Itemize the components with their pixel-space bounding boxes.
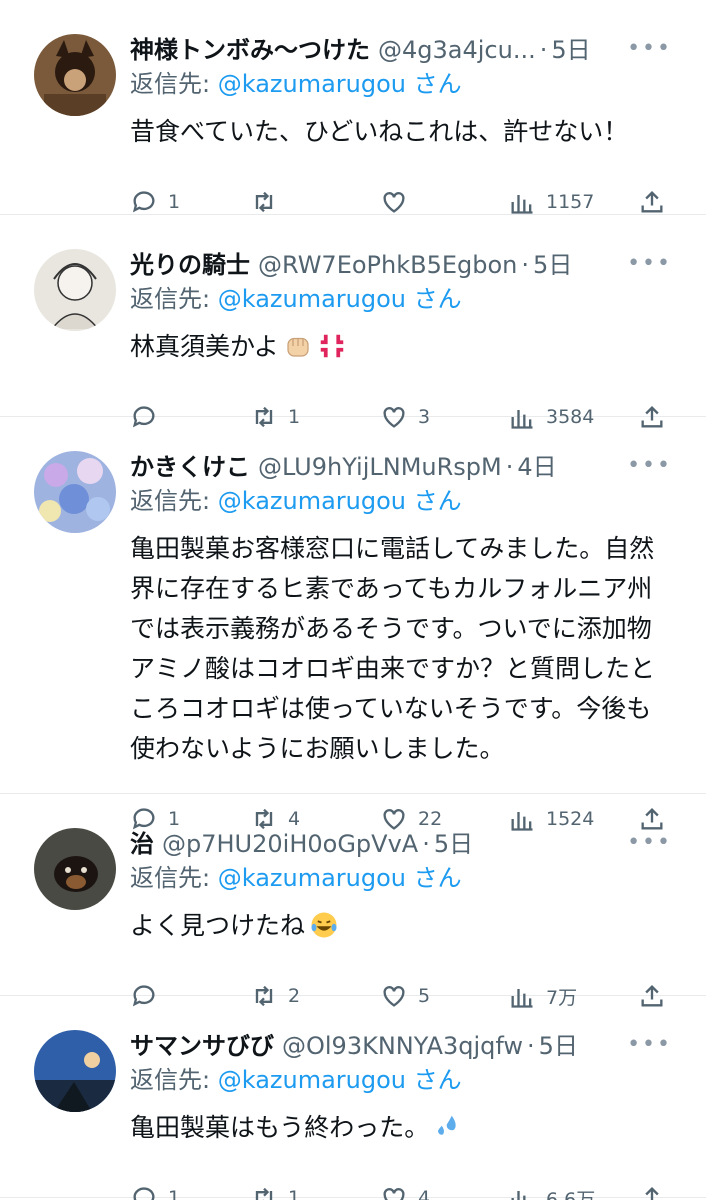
retweet-count: 1 — [288, 1187, 301, 1200]
retweet-button[interactable]: 1 — [250, 1184, 300, 1200]
reply-icon — [132, 191, 155, 213]
more-icon[interactable]: ••• — [627, 1032, 672, 1057]
reply-to-handle[interactable]: @kazumarugou — [218, 70, 406, 98]
like-count: 4 — [418, 1187, 431, 1200]
reply-to-suffix: さん — [413, 487, 462, 515]
laughing-tears-emoji-icon — [311, 912, 337, 938]
reply-button[interactable]: 1 — [130, 1184, 180, 1200]
separator-dot: · — [521, 251, 530, 279]
reply-to-line: 返信先: @kazumarugou さん — [130, 481, 676, 521]
heart-icon — [383, 1188, 405, 1200]
avatar[interactable] — [34, 249, 116, 331]
tweet[interactable]: かきくけこ @LU9hYijLNMuRspM · 4日 ••• 返信先: @ka… — [0, 417, 706, 831]
tweet-actions: 1 1 4 6.6万 — [130, 1148, 676, 1200]
reply-to-prefix: 返信先: — [130, 1066, 218, 1094]
tweet[interactable]: サマンサびび @Ol93KNNYA3qjqfw · 5日 ••• 返信先: @k… — [0, 996, 706, 1200]
author-handle[interactable]: @Ol93KNNYA3qjqfw — [282, 1032, 523, 1060]
author-name[interactable]: 神様トンボみ〜つけた — [130, 30, 370, 65]
reply-to-prefix: 返信先: — [130, 285, 218, 313]
timestamp[interactable]: 5日 — [434, 824, 473, 859]
reply-count: 1 — [168, 1187, 181, 1200]
reply-to-prefix: 返信先: — [130, 864, 218, 892]
tweet[interactable]: 光りの騎士 @RW7EoPhkB5Egbon · 5日 ••• 返信先: @ka… — [0, 215, 706, 429]
reply-button[interactable]: 1 — [130, 188, 180, 216]
reply-icon — [133, 1187, 155, 1200]
author-name[interactable]: 光りの騎士 — [130, 245, 250, 280]
reply-to-handle[interactable]: @kazumarugou — [218, 285, 406, 313]
tweet-text: 亀田製菓はもう終わった。 — [130, 1113, 430, 1142]
author-handle[interactable]: @LU9hYijLNMuRspM — [258, 453, 502, 481]
avatar[interactable] — [34, 828, 116, 910]
view-count: 6.6万 — [546, 1188, 596, 1200]
reply-to-handle[interactable]: @kazumarugou — [218, 864, 406, 892]
reply-count: 1 — [168, 191, 181, 213]
reply-to-suffix: さん — [413, 70, 462, 98]
timestamp[interactable]: 4日 — [517, 447, 556, 482]
tweet-text: 亀田製菓お客様窓口に電話してみました。自然界に存在するヒ素であってもカルフォルニ… — [130, 534, 656, 763]
view-count: 1157 — [546, 191, 595, 213]
author-name[interactable]: サマンサびび — [130, 1026, 274, 1061]
tweet-text: 昔食べていた、ひどいねこれは、許せない！ — [130, 117, 629, 146]
timestamp[interactable]: 5日 — [533, 245, 572, 280]
author-handle[interactable]: @p7HU20iH0oGpVvA — [162, 830, 418, 858]
retweet-button[interactable] — [250, 188, 288, 216]
separator-dot: · — [505, 453, 514, 481]
views-icon — [511, 1191, 526, 1200]
avatar[interactable] — [34, 451, 116, 533]
reply-to-prefix: 返信先: — [130, 487, 218, 515]
author-handle[interactable]: @4g3a4jcu... — [378, 36, 536, 64]
separator-dot: · — [539, 36, 548, 64]
reply-to-line: 返信先: @kazumarugou さん — [130, 1060, 676, 1100]
reply-to-handle[interactable]: @kazumarugou — [218, 1066, 406, 1094]
share-icon — [645, 1187, 659, 1200]
heart-icon — [383, 192, 405, 213]
reply-to-prefix: 返信先: — [130, 70, 218, 98]
like-button[interactable] — [380, 188, 418, 216]
author-name[interactable]: 治 — [130, 824, 154, 859]
sweat-droplets-emoji-icon — [438, 1115, 456, 1135]
more-icon[interactable]: ••• — [627, 830, 672, 855]
tweet-text-line: 林真須美かよ — [130, 327, 676, 367]
avatar[interactable] — [34, 1030, 116, 1112]
tweet[interactable]: 治 @p7HU20iH0oGpVvA · 5日 ••• 返信先: @kazuma… — [0, 794, 706, 1009]
share-button[interactable] — [638, 188, 676, 216]
reply-to-line: 返信先: @kazumarugou さん — [130, 279, 676, 319]
more-icon[interactable]: ••• — [627, 36, 672, 61]
tweet[interactable]: 神様トンボみ〜つけた @4g3a4jcu... · 5日 ••• 返信先: @k… — [0, 0, 706, 215]
views-icon — [511, 195, 533, 214]
separator-dot: · — [527, 1032, 535, 1060]
tweet-text: よく見つけたね — [130, 911, 306, 940]
like-button[interactable]: 4 — [380, 1184, 430, 1200]
avatar[interactable] — [34, 34, 116, 116]
more-icon[interactable]: ••• — [627, 251, 672, 276]
timestamp[interactable]: 5日 — [539, 1026, 578, 1061]
reply-to-line: 返信先: @kazumarugou さん — [130, 64, 676, 104]
reply-to-handle[interactable]: @kazumarugou — [218, 487, 406, 515]
author-name[interactable]: かきくけこ — [130, 447, 250, 482]
share-button[interactable] — [638, 1184, 676, 1200]
retweet-icon — [255, 1187, 273, 1200]
reply-to-suffix: さん — [413, 1066, 462, 1094]
separator-dot: · — [422, 830, 430, 858]
tweet-text-line: よく見つけたね — [130, 906, 676, 946]
more-icon[interactable]: ••• — [627, 453, 672, 478]
author-handle[interactable]: @RW7EoPhkB5Egbon — [258, 251, 517, 279]
timestamp[interactable]: 5日 — [551, 30, 590, 65]
retweet-icon — [255, 191, 273, 213]
views-button[interactable]: 1157 — [508, 188, 594, 216]
tweet-text: 林真須美かよ — [130, 332, 279, 361]
fist-emoji-icon — [287, 337, 309, 357]
views-button[interactable]: 6.6万 — [508, 1184, 595, 1200]
anger-emoji-icon — [320, 334, 344, 358]
reply-to-suffix: さん — [413, 285, 462, 313]
reply-feed: 神様トンボみ〜つけた @4g3a4jcu... · 5日 ••• 返信先: @k… — [0, 0, 706, 1200]
tweet-text-line: 亀田製菓はもう終わった。 — [130, 1108, 676, 1148]
reply-to-suffix: さん — [413, 864, 462, 892]
reply-to-line: 返信先: @kazumarugou さん — [130, 858, 676, 898]
share-icon — [641, 191, 663, 213]
